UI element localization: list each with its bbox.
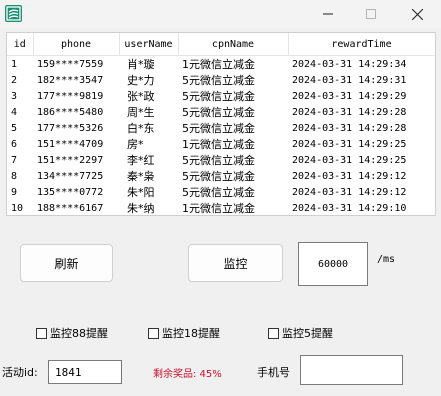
cell-cpnname: 5元微信立减金: [182, 90, 255, 103]
minimize-button[interactable]: [305, 0, 351, 28]
close-button[interactable]: [394, 0, 440, 28]
cell-id: 6: [11, 138, 18, 150]
app-window: id phone userName cpnName rewardTime 1 15…: [0, 0, 441, 396]
interval-input[interactable]: 60000: [298, 242, 368, 286]
cell-id: 10: [11, 202, 24, 214]
cell-phone: 134****7725: [37, 170, 104, 182]
checkbox-monitor-18[interactable]: 监控18提醒: [148, 325, 220, 341]
cell-rewardtime: 2024-03-31 14:29:25: [292, 154, 407, 166]
table-row[interactable]: 1 159****7559 肖*璇 1元微信立减金 2024-03-31 14:29:3…: [7, 56, 435, 73]
maximize-icon: [366, 9, 376, 19]
cell-rewardtime: 2024-03-31 14:29:25: [292, 138, 407, 150]
cell-phone: 182****3547: [37, 74, 104, 86]
table-row[interactable]: 3 177****9819 张*政 5元微信立减金 2024-03-31 14:29:2…: [7, 88, 435, 104]
cell-username: 张*政: [127, 90, 155, 103]
activity-id-input[interactable]: 1841: [48, 360, 122, 384]
cell-id: 5: [11, 122, 18, 134]
cell-cpnname: 1元微信立减金: [182, 58, 255, 71]
monitor-button[interactable]: 监控: [188, 244, 283, 282]
cell-cpnname: 5元微信立减金: [182, 74, 255, 87]
cell-id: 8: [11, 170, 18, 182]
table-row[interactable]: 10 188****6167 朱*纳 1元微信立减金 2024-03-31 14:29:…: [7, 200, 435, 215]
cell-phone: 188****6167: [37, 202, 104, 214]
remaining-prizes-text: 剩余奖品: 45%: [153, 369, 222, 380]
column-header-cpnname[interactable]: cpnName: [178, 33, 289, 56]
checkbox-box[interactable]: [148, 327, 159, 339]
interval-unit-label: /ms: [377, 254, 396, 265]
cell-cpnname: 5元微信立减金: [182, 154, 255, 167]
table-row[interactable]: 7 151****2297 李*红 5元微信立减金 2024-03-31 14:29:2…: [7, 152, 435, 168]
checkbox-label: 监控5提醒: [282, 327, 333, 340]
cell-rewardtime: 2024-03-31 14:29:10: [292, 202, 407, 214]
cell-cpnname: 5元微信立减金: [182, 122, 255, 135]
cell-rewardtime: 2024-03-31 14:29:34: [292, 58, 407, 70]
cell-cpnname: 5元微信立减金: [182, 170, 255, 183]
table-row[interactable]: 4 186****5480 周*生 5元微信立减金 2024-03-31 14:29:2…: [7, 104, 435, 120]
checkbox-box[interactable]: [36, 327, 47, 339]
cell-rewardtime: 2024-03-31 14:29:12: [292, 186, 407, 198]
cell-cpnname: 1元微信立减金: [182, 138, 255, 151]
cell-username: 秦*枭: [127, 170, 155, 183]
cell-phone: 186****5480: [37, 106, 104, 118]
table-row[interactable]: 5 177****5326 白*东 5元微信立减金 2024-03-31 14:29:2…: [7, 120, 435, 136]
cell-phone: 151****4709: [37, 138, 104, 150]
checkbox-monitor-5[interactable]: 监控5提醒: [268, 325, 333, 341]
minimize-icon: [323, 13, 333, 15]
cell-id: 2: [11, 74, 18, 86]
table-header-row: id phone userName cpnName rewardTime: [7, 33, 435, 56]
maximize-button[interactable]: [348, 0, 394, 28]
cell-rewardtime: 2024-03-31 14:29:28: [292, 106, 407, 118]
cell-rewardtime: 2024-03-31 14:29:28: [292, 122, 407, 134]
checkbox-box[interactable]: [268, 327, 279, 339]
activity-id-label: 活动id:: [2, 366, 38, 379]
phone-input[interactable]: [300, 355, 403, 385]
cell-phone: 177****5326: [37, 122, 104, 134]
cell-username: 史*力: [127, 74, 155, 87]
column-header-username[interactable]: userName: [119, 33, 179, 56]
cell-cpnname: 5元微信立减金: [182, 186, 255, 199]
table-row[interactable]: 8 134****7725 秦*枭 5元微信立减金 2024-03-31 14:29:1…: [7, 168, 435, 184]
cell-rewardtime: 2024-03-31 14:29:12: [292, 170, 407, 182]
phone-label: 手机号: [257, 366, 290, 379]
title-bar: [0, 0, 441, 28]
checkbox-monitor-88[interactable]: 监控88提醒: [36, 325, 108, 341]
cell-username: 周*生: [127, 106, 155, 119]
cell-cpnname: 5元微信立减金: [182, 106, 255, 119]
app-icon: [5, 5, 22, 22]
cell-id: 7: [11, 154, 18, 166]
cell-phone: 177****9819: [37, 90, 104, 102]
reward-table[interactable]: id phone userName cpnName rewardTime 1 15…: [6, 32, 436, 216]
cell-username: 李*红: [127, 154, 155, 167]
cell-phone: 151****2297: [37, 154, 104, 166]
cell-id: 4: [11, 106, 18, 118]
cell-username: 白*东: [127, 122, 155, 135]
cell-cpnname: 1元微信立减金: [182, 202, 255, 215]
cell-username: 朱*阳: [127, 186, 155, 199]
column-header-phone[interactable]: phone: [33, 33, 120, 56]
column-header-id[interactable]: id: [7, 33, 34, 56]
close-icon: [411, 8, 423, 20]
cell-phone: 135****0772: [37, 186, 104, 198]
cell-username: 朱*纳: [127, 202, 155, 215]
cell-id: 1: [11, 58, 18, 70]
cell-username: 肖*璇: [127, 58, 155, 71]
cell-username: 房*: [127, 138, 144, 151]
refresh-button[interactable]: 刷新: [20, 244, 113, 282]
cell-rewardtime: 2024-03-31 14:29:31: [292, 74, 407, 86]
cell-phone: 159****7559: [37, 58, 104, 70]
table-row[interactable]: 2 182****3547 史*力 5元微信立减金 2024-03-31 14:29:3…: [7, 72, 435, 88]
cell-id: 9: [11, 186, 18, 198]
table-body: 1 159****7559 肖*璇 1元微信立减金 2024-03-31 14:29:3…: [7, 56, 435, 215]
table-row[interactable]: 6 151****4709 房* 1元微信立减金 2024-03-31 14:29:25: [7, 136, 435, 152]
cell-id: 3: [11, 90, 18, 102]
checkbox-label: 监控18提醒: [162, 327, 220, 340]
cell-rewardtime: 2024-03-31 14:29:29: [292, 90, 407, 102]
checkbox-label: 监控88提醒: [50, 327, 108, 340]
column-header-rewardtime[interactable]: rewardTime: [288, 33, 435, 56]
table-row[interactable]: 9 135****0772 朱*阳 5元微信立减金 2024-03-31 14:29:1…: [7, 184, 435, 200]
